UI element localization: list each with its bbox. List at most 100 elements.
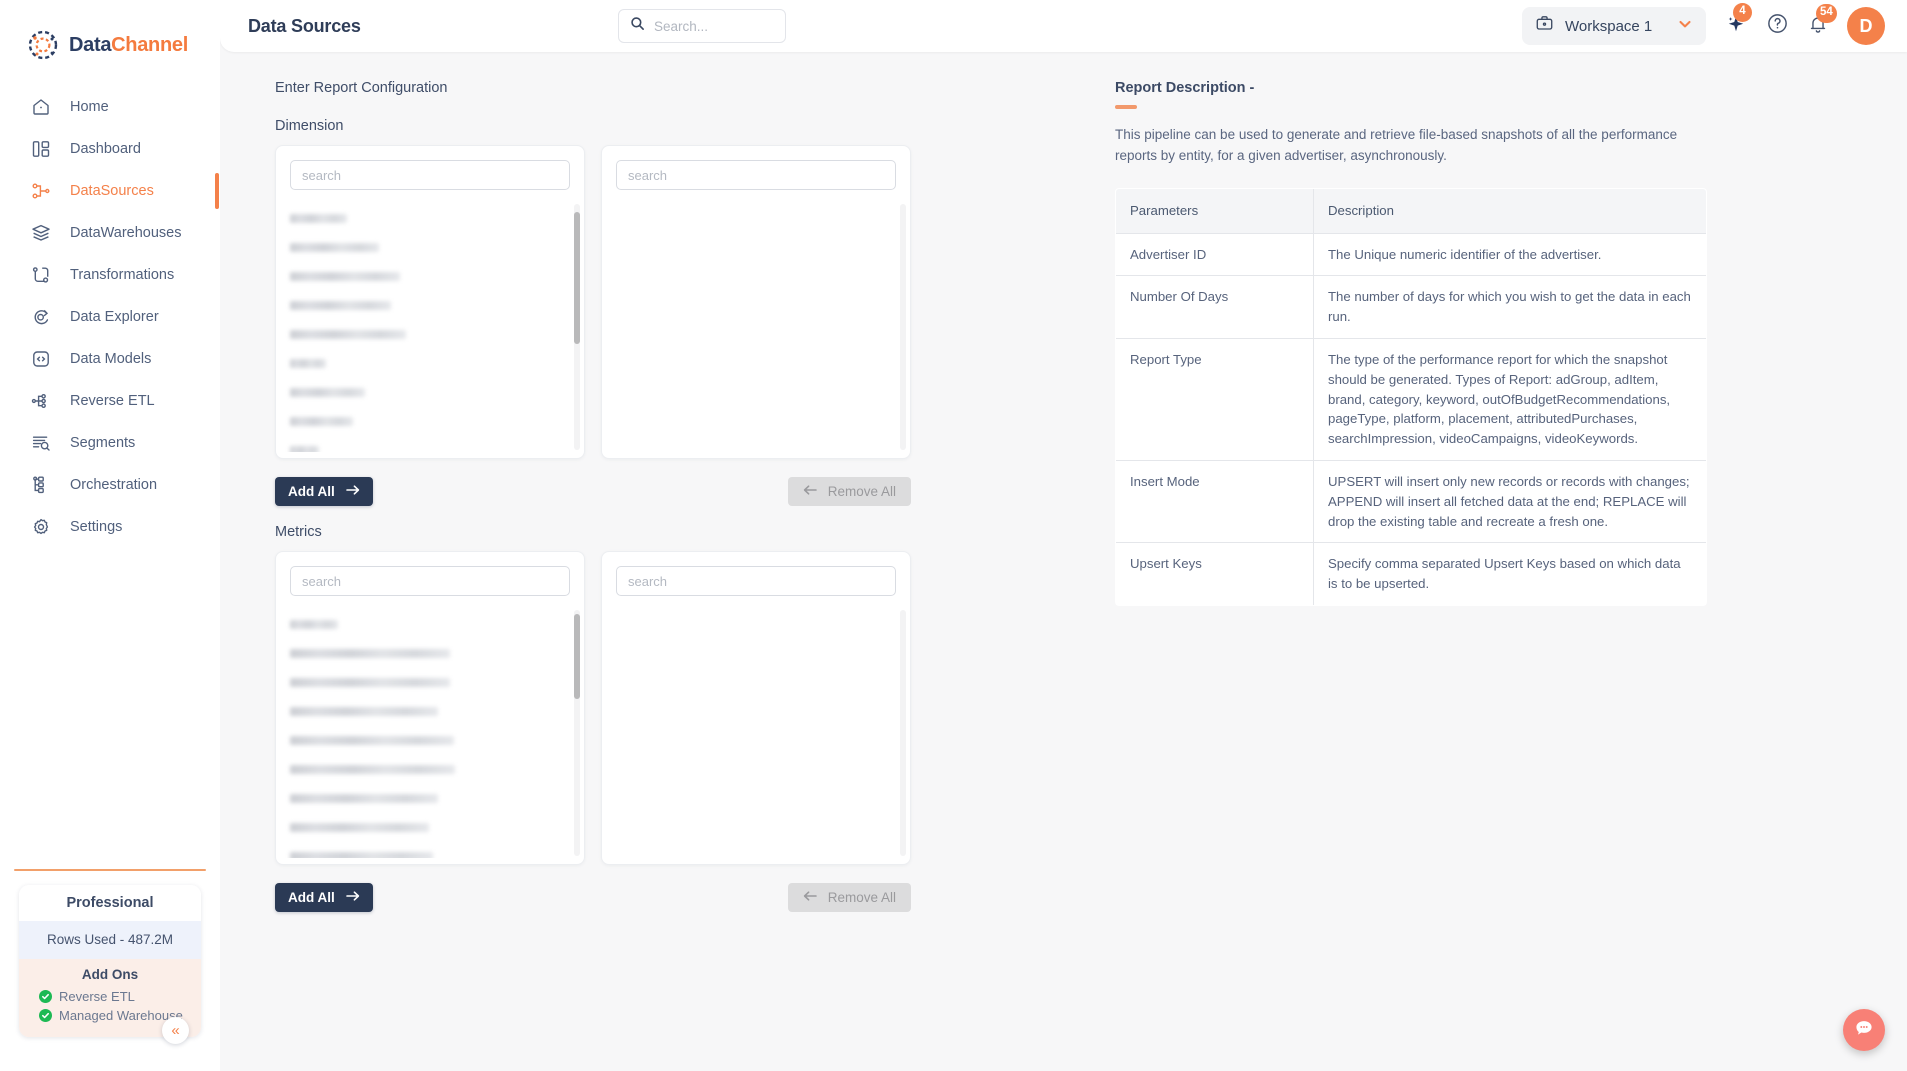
list-item[interactable] xyxy=(290,349,570,378)
title-underline xyxy=(1115,105,1137,109)
sidebar-item-segments[interactable]: Segments xyxy=(0,422,220,464)
metrics-source-list[interactable] xyxy=(276,610,584,858)
table-row: Upsert Keys Specify comma separated Upse… xyxy=(1116,542,1706,605)
column-header-parameters: Parameters xyxy=(1116,188,1314,234)
list-item[interactable] xyxy=(290,813,570,842)
sidebar-item-reverse-etl[interactable]: Reverse ETL xyxy=(0,380,220,422)
list-item[interactable] xyxy=(290,726,570,755)
reverse-etl-icon xyxy=(30,390,52,412)
metrics-add-all-button[interactable]: Add All xyxy=(275,883,373,912)
list-item[interactable] xyxy=(290,610,570,639)
report-description-title: Report Description - xyxy=(1115,80,1255,96)
parameter-description: Specify comma separated Upsert Keys base… xyxy=(1313,542,1706,605)
plan-divider xyxy=(14,869,206,871)
app-root: DataChannel Home Dashboard DataSources D… xyxy=(0,0,1907,1071)
redacted-label xyxy=(290,649,450,658)
sidebar-item-datawarehouses[interactable]: DataWarehouses xyxy=(0,212,220,254)
dimension-add-all-button[interactable]: Add All xyxy=(275,477,373,506)
dimension-target-search[interactable] xyxy=(616,160,896,190)
metrics-target-search[interactable] xyxy=(616,566,896,596)
sidebar-item-orchestration[interactable]: Orchestration xyxy=(0,464,220,506)
metrics-source-scrollbar[interactable] xyxy=(574,610,580,856)
list-item[interactable] xyxy=(290,668,570,697)
sidebar-item-label: Settings xyxy=(70,519,123,535)
sidebar-item-dashboard[interactable]: Dashboard xyxy=(0,128,220,170)
list-item[interactable] xyxy=(290,639,570,668)
metrics-source-search[interactable] xyxy=(290,566,570,596)
dimension-source-scrollbar[interactable] xyxy=(574,204,580,450)
global-search xyxy=(618,9,786,43)
avatar-initial: D xyxy=(1859,15,1873,36)
segments-icon xyxy=(30,432,52,454)
list-item[interactable] xyxy=(290,697,570,726)
redacted-label xyxy=(290,417,353,426)
topbar-actions: Workspace 1 4 54 D xyxy=(1522,2,1885,45)
chat-widget-button[interactable] xyxy=(1843,1009,1885,1051)
dimension-target-scrollbar[interactable] xyxy=(900,204,906,450)
help-button[interactable] xyxy=(1766,12,1789,40)
sidebar-item-transformations[interactable]: Transformations xyxy=(0,254,220,296)
dimension-target-list[interactable] xyxy=(602,204,910,452)
ai-assistant-button[interactable]: 4 xyxy=(1724,2,1752,41)
sidebar-item-label: Data Explorer xyxy=(70,309,159,325)
add-all-label: Add All xyxy=(288,484,335,499)
brand[interactable]: DataChannel xyxy=(0,0,220,68)
notifications-badge: 54 xyxy=(1816,3,1837,23)
redacted-label xyxy=(290,852,433,858)
plan-card: Professional Rows Used - 487.2M Add Ons … xyxy=(19,885,201,1037)
sidebar-item-datasources[interactable]: DataSources xyxy=(0,170,220,212)
redacted-label xyxy=(290,330,406,339)
metrics-actions: Add All Remove All xyxy=(275,883,911,912)
page-title: Data Sources xyxy=(248,15,361,36)
redacted-label xyxy=(290,359,326,368)
metrics-target-list[interactable] xyxy=(602,610,910,858)
redacted-label xyxy=(290,794,438,803)
sidebar-item-data-models[interactable]: Data Models xyxy=(0,338,220,380)
list-item[interactable] xyxy=(290,407,570,436)
sidebar-item-data-explorer[interactable]: Data Explorer xyxy=(0,296,220,338)
list-item[interactable] xyxy=(290,320,570,349)
dimension-source-search-input[interactable] xyxy=(302,167,558,183)
parameter-name: Upsert Keys xyxy=(1116,542,1314,605)
report-description-panel: Report Description - This pipeline can b… xyxy=(1055,80,1907,1071)
search-box[interactable] xyxy=(618,9,786,43)
content-area: Data Sources Search... Workspace 1 4 54 … xyxy=(220,0,1907,1071)
arrow-left-icon xyxy=(803,484,817,499)
metrics-target-scrollbar[interactable] xyxy=(900,610,906,856)
dimension-target-pane xyxy=(601,145,911,459)
metrics-remove-all-button[interactable]: Remove All xyxy=(787,883,911,912)
table-header-row: Parameters Description xyxy=(1116,188,1706,234)
list-item[interactable] xyxy=(290,262,570,291)
search-input[interactable] xyxy=(654,18,774,34)
check-circle-icon xyxy=(39,1009,52,1022)
list-item[interactable] xyxy=(290,842,570,858)
collapse-sidebar-button[interactable]: « xyxy=(162,1017,189,1044)
dimension-remove-all-button[interactable]: Remove All xyxy=(787,477,911,506)
scrollbar-thumb[interactable] xyxy=(574,614,580,699)
dimension-source-list[interactable] xyxy=(276,204,584,452)
dimension-source-search[interactable] xyxy=(290,160,570,190)
arrow-left-icon xyxy=(803,890,817,905)
scrollbar-thumb[interactable] xyxy=(574,212,580,344)
dimension-target-search-input[interactable] xyxy=(628,167,884,183)
brand-name-part1: Data xyxy=(69,33,112,56)
list-item[interactable] xyxy=(290,784,570,813)
notifications-button[interactable]: 54 xyxy=(1807,3,1837,40)
list-item[interactable] xyxy=(290,233,570,262)
sidebar-item-settings[interactable]: Settings xyxy=(0,506,220,548)
table-row: Report Type The type of the performance … xyxy=(1116,338,1706,462)
metrics-source-search-input[interactable] xyxy=(302,573,558,589)
transformations-icon xyxy=(30,264,52,286)
list-item[interactable] xyxy=(290,436,570,452)
dimension-actions: Add All Remove All xyxy=(275,477,911,506)
workspace-selector[interactable]: Workspace 1 xyxy=(1522,7,1706,45)
list-item[interactable] xyxy=(290,291,570,320)
list-item[interactable] xyxy=(290,755,570,784)
list-item[interactable] xyxy=(290,204,570,233)
sidebar-nav: Home Dashboard DataSources DataWarehouse… xyxy=(0,86,220,548)
metrics-target-search-input[interactable] xyxy=(628,573,884,589)
list-item[interactable] xyxy=(290,378,570,407)
avatar[interactable]: D xyxy=(1847,7,1885,45)
sidebar-item-home[interactable]: Home xyxy=(0,86,220,128)
